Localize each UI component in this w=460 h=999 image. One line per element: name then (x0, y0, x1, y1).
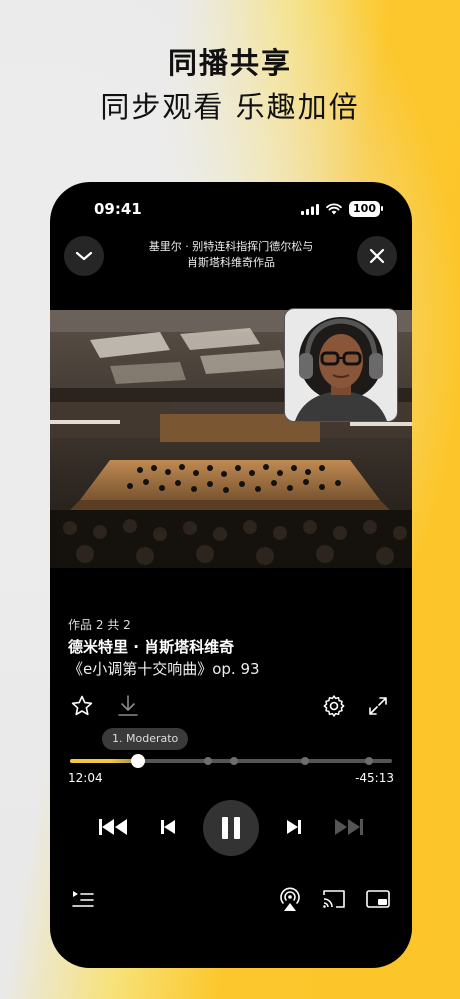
status-time: 09:41 (94, 200, 142, 218)
pause-icon (222, 817, 240, 839)
progress-thumb[interactable] (130, 754, 145, 768)
movement-tooltip: 1. Moderato (102, 728, 189, 750)
previous-movement-button[interactable] (158, 817, 178, 837)
gear-icon (323, 695, 345, 717)
airplay-audio-button[interactable] (276, 884, 304, 914)
pip-icon (366, 890, 390, 908)
star-icon (71, 695, 93, 716)
promo-subtitle: 同步观看 乐趣加倍 (100, 90, 360, 124)
airplay-audio-icon (280, 887, 300, 911)
facetime-pip[interactable] (284, 308, 398, 422)
download-button[interactable] (114, 692, 142, 720)
download-icon (118, 695, 138, 716)
picture-in-picture-button[interactable] (364, 886, 392, 912)
pause-button[interactable] (203, 800, 259, 856)
concert-title: 基里尔 · 别特连科指挥门德尔松与 肖斯塔科维奇作品 (130, 239, 332, 271)
promo-title: 同播共享 (167, 46, 292, 80)
participant-avatar (285, 309, 397, 421)
movement-marker[interactable] (301, 757, 310, 765)
movement-marker[interactable] (230, 757, 239, 765)
close-button[interactable] (357, 236, 397, 276)
concert-title-line2: 肖斯塔科维奇作品 (187, 256, 275, 269)
favorite-button[interactable] (68, 692, 96, 720)
progress-bar[interactable] (70, 754, 392, 768)
movement-marker[interactable] (365, 757, 374, 765)
settings-button[interactable] (320, 692, 348, 720)
skip-back-work-icon (99, 819, 127, 835)
movement-marker[interactable] (204, 757, 213, 765)
remaining-time: -45:13 (355, 771, 394, 785)
playlist-icon (72, 891, 94, 907)
close-icon (369, 248, 385, 264)
expand-icon (369, 697, 387, 715)
signal-icon (301, 203, 320, 215)
wifi-icon (326, 203, 342, 215)
skip-forward-icon (287, 820, 301, 834)
composer-name: 德米特里 · 肖斯塔科维奇 (68, 638, 235, 656)
work-count: 作品 2 共 2 (68, 618, 131, 632)
previous-work-button[interactable] (98, 815, 128, 839)
progress-fill (70, 759, 138, 763)
playlist-button[interactable] (70, 886, 96, 912)
skip-back-icon (161, 820, 175, 834)
fullscreen-button[interactable] (364, 692, 392, 720)
work-title: 《e小调第十交响曲》op. 93 (68, 660, 260, 678)
skip-forward-work-icon (335, 819, 363, 835)
battery-icon: 100 (349, 201, 383, 217)
elapsed-time: 12:04 (68, 771, 103, 785)
chevron-down-icon (75, 251, 93, 261)
phone-screen: 09:41 100 基里尔 · 别特连科指挥门德尔松与 肖斯塔科维奇作品 作品 … (50, 182, 412, 968)
collapse-button[interactable] (64, 236, 104, 276)
cast-icon (323, 890, 345, 908)
concert-title-line1: 基里尔 · 别特连科指挥门德尔松与 (148, 240, 314, 253)
status-icons: 100 (301, 201, 383, 217)
cast-button[interactable] (320, 886, 348, 912)
next-work-button[interactable] (334, 815, 364, 839)
next-movement-button[interactable] (284, 817, 304, 837)
